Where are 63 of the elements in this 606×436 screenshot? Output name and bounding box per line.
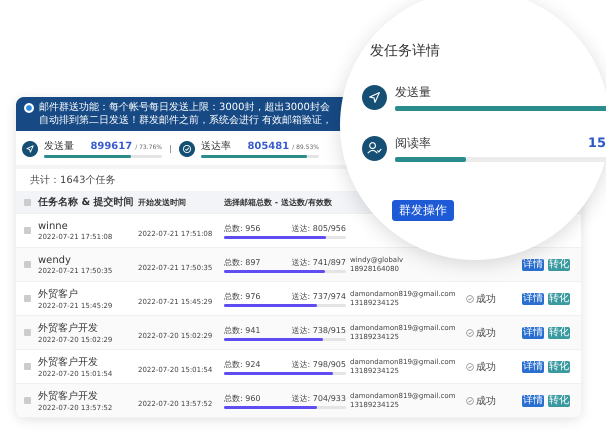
task-name: 外贸客户开发: [38, 322, 99, 335]
action-button[interactable]: 转化: [548, 292, 570, 304]
column-header: 开始发送时间: [138, 196, 187, 208]
checkbox[interactable]: [24, 329, 31, 336]
checkbox[interactable]: [24, 397, 31, 404]
metric-label: 阅读率: [395, 135, 431, 152]
action-button[interactable]: 转化: [548, 360, 570, 372]
column-header: 选择邮箱总数 - 送达数/有效数: [224, 196, 333, 208]
paper-plane-icon: [22, 140, 38, 156]
total-count: 总数: 941: [224, 324, 261, 336]
task-count: 共计：1643个任务: [29, 174, 116, 188]
checkbox[interactable]: [24, 295, 31, 302]
details-button[interactable]: 详情: [522, 394, 544, 406]
status-text: 成功: [476, 326, 496, 340]
details-button[interactable]: 详情: [522, 258, 544, 270]
column-header: 任务名称 & 提交时间: [38, 195, 134, 209]
stat-value: 805481: [247, 141, 290, 152]
info-icon: [24, 103, 34, 113]
total-count: 总数: 960: [224, 392, 261, 404]
details-button[interactable]: 详情: [522, 326, 544, 338]
metric-value: 15: [588, 136, 606, 151]
total-count: 总数: 976: [224, 290, 261, 302]
task-name: winne: [38, 220, 69, 232]
total-count: 总数: 956: [224, 222, 261, 234]
check-circle-icon: [466, 396, 474, 404]
action-button[interactable]: 转化: [548, 258, 570, 270]
status-text: 成功: [476, 360, 496, 374]
check-circle-icon: [466, 294, 474, 302]
user-check-icon: [362, 136, 387, 161]
metric-label: 发送量: [395, 84, 431, 101]
total-count: 总数: 897: [224, 256, 261, 268]
delivered-count: 送达: 798/905: [292, 358, 346, 370]
delivered-count: 送达: 741/897: [292, 256, 346, 268]
check-circle-icon: [466, 362, 474, 370]
total-count: 总数: 924: [224, 358, 261, 370]
delivered-count: 送达: 805/956: [292, 222, 346, 234]
checkbox[interactable]: [24, 198, 31, 206]
paper-plane-icon: [362, 85, 387, 110]
stat-label: 发送量: [44, 140, 75, 153]
task-name: 外贸客户开发: [38, 356, 99, 369]
status-text: 成功: [476, 292, 496, 306]
task-name: 外贸客户开发: [38, 390, 99, 403]
panel-title: 发任务详情: [370, 42, 441, 60]
delivered-count: 送达: 738/915: [292, 324, 346, 336]
stat-label: 送达率: [201, 140, 232, 153]
status-text: 成功: [476, 394, 496, 408]
action-button[interactable]: 转化: [548, 394, 570, 406]
checkbox[interactable]: [24, 363, 31, 370]
bulk-send-button[interactable]: 群发操作: [392, 200, 454, 221]
stat-value: 899617: [90, 141, 132, 152]
check-circle-icon: [179, 140, 195, 156]
checkbox[interactable]: [24, 227, 31, 234]
delivered-count: 送达: 704/933: [292, 392, 346, 404]
notice-text: 邮件群送功能：每个帐号每日发送上限：3000封，超出3000封会自动排到第二日发送！群发邮件之前，系统会进行 有效邮箱验证，: [39, 101, 334, 127]
details-button[interactable]: 详情: [522, 360, 544, 372]
action-button[interactable]: 转化: [548, 326, 570, 338]
task-name: wendy: [38, 254, 72, 266]
check-circle-icon: [466, 328, 474, 336]
task-name: 外贸客户: [38, 288, 79, 301]
delivered-count: 送达: 737/974: [292, 290, 346, 302]
separator: [170, 144, 171, 152]
checkbox[interactable]: [24, 261, 31, 268]
details-button[interactable]: 详情: [522, 292, 544, 304]
